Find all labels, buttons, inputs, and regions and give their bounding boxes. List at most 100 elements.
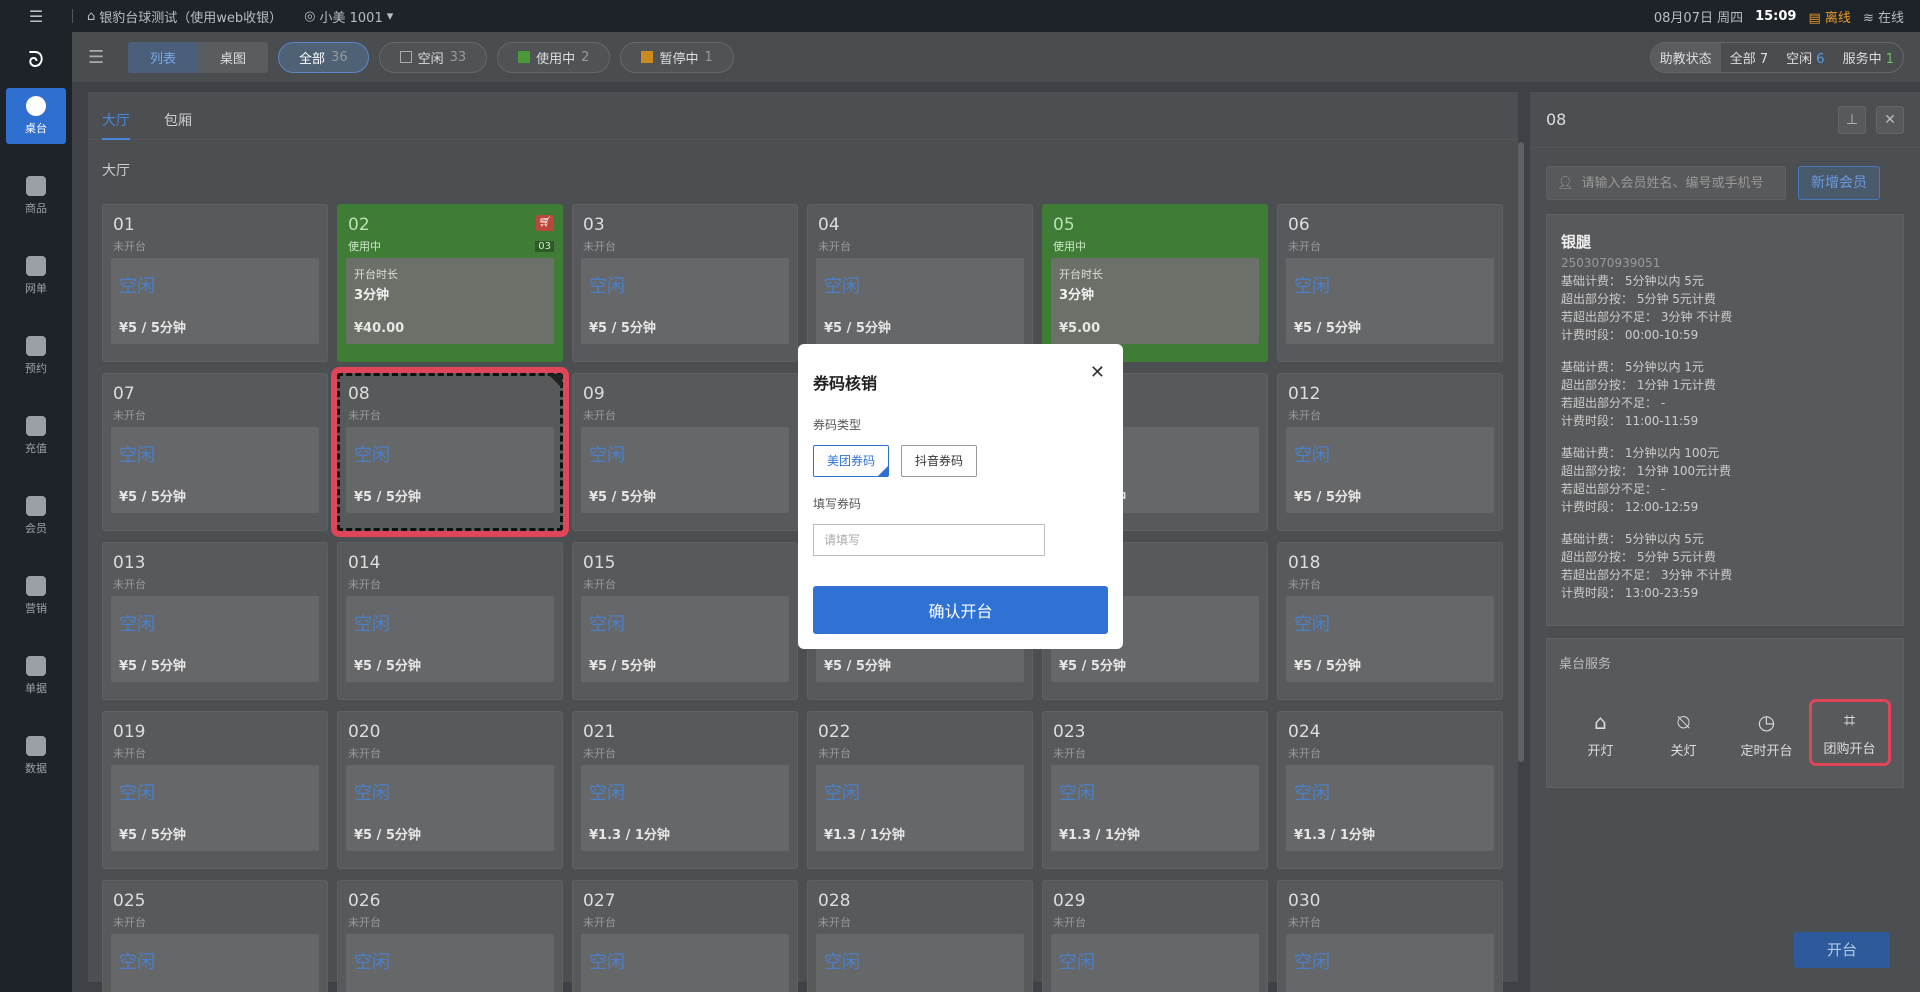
filter-count: 36 <box>331 49 348 65</box>
filter-count: 1 <box>704 49 713 65</box>
idle-label: 空闲 <box>1294 445 1330 466</box>
table-card[interactable]: 024 未开台 空闲 ¥1.3 / 1分钟 <box>1277 711 1503 869</box>
table-card[interactable]: 021 未开台 空闲 ¥1.3 / 1分钟 <box>572 711 798 869</box>
table-status: 未开台 <box>1053 916 1086 929</box>
group-buy-open-button[interactable]: ⌗ 团购开台 <box>1808 699 1891 766</box>
table-status: 未开台 <box>583 578 616 591</box>
chevron-down-icon: ▾ <box>386 8 394 24</box>
table-status: 未开台 <box>348 578 381 591</box>
sidebar-item-recharge[interactable]: 充值 <box>6 408 66 464</box>
open-table-button[interactable]: 开台 <box>1794 932 1890 968</box>
table-card[interactable]: 04 未开台 空闲 ¥5 / 5分钟 <box>807 204 1033 362</box>
tab-hall[interactable]: 大厅 <box>102 110 130 140</box>
table-card[interactable]: 029 未开台 空闲 <box>1042 880 1268 992</box>
tab-private-room[interactable]: 包厢 <box>164 110 192 140</box>
member-search: 👤︎ <box>1546 166 1786 200</box>
light-off-button[interactable]: ⍉ 关灯 <box>1646 710 1722 763</box>
billing-rule-line: 计费时段： 13:00-23:59 <box>1561 586 1699 600</box>
table-idle-box: 空闲 ¥1.3 / 1分钟 <box>816 765 1024 851</box>
collapse-menu-icon[interactable]: ☰ <box>88 47 110 68</box>
table-idle-box: 空闲 ¥5 / 5分钟 <box>1286 427 1494 513</box>
light-on-button[interactable]: ⌂ 开灯 <box>1563 710 1639 763</box>
table-card[interactable]: 020 未开台 空闲 ¥5 / 5分钟 <box>337 711 563 869</box>
table-card[interactable]: 02 使用中 开台时长 3分钟 ¥40.00 🛒︎ 03 <box>337 204 563 362</box>
date-label: 08月07日 周四 <box>1653 10 1744 26</box>
sidebar-item-online-orders[interactable]: 网单 <box>6 248 66 304</box>
user-menu[interactable]: ◎ 小美 1001 ▾ <box>304 7 393 26</box>
table-card[interactable]: 012 未开台 空闲 ¥5 / 5分钟 <box>1277 373 1503 531</box>
store-name: ⌂ 银豹台球测试（使用web收银） <box>87 7 282 26</box>
voucher-code-input[interactable] <box>813 524 1045 556</box>
table-price: ¥5 / 5分钟 <box>354 490 421 505</box>
sidebar-item-data[interactable]: 数据 <box>6 728 66 784</box>
table-idle-box: 空闲 ¥5 / 5分钟 <box>581 427 789 513</box>
close-icon[interactable]: ✕ <box>1090 362 1105 383</box>
sidebar-item-label: 数据 <box>25 762 47 775</box>
view-list-button[interactable]: 列表 <box>128 41 199 73</box>
table-card[interactable]: 09 未开台 空闲 ¥5 / 5分钟 <box>572 373 798 531</box>
table-number: 012 <box>1288 384 1321 404</box>
sidebar-item-receipts[interactable]: 单据 <box>6 648 66 704</box>
table-number: 028 <box>818 891 851 911</box>
meituan-voucher-option[interactable]: 美团券码 <box>813 445 890 477</box>
sidebar-item-label: 预约 <box>25 362 47 375</box>
table-card[interactable]: 026 未开台 空闲 <box>337 880 563 992</box>
detail-title: 08 <box>1546 110 1567 129</box>
sidebar-item-booking[interactable]: 预约 <box>6 328 66 384</box>
member-search-input[interactable] <box>1581 175 1772 191</box>
pin-icon[interactable]: ⊥ <box>1838 105 1866 134</box>
add-member-button[interactable]: 新增会员 <box>1798 166 1880 200</box>
idle-label: 空闲 <box>824 276 860 297</box>
table-card[interactable]: 05 使用中 开台时长 3分钟 ¥5.00 <box>1042 204 1268 362</box>
sidebar-item-goods[interactable]: 商品 <box>6 168 66 224</box>
table-card[interactable]: 015 未开台 空闲 ¥5 / 5分钟 <box>572 542 798 700</box>
table-card[interactable]: 019 未开台 空闲 ¥5 / 5分钟 <box>102 711 328 869</box>
assistant-all-label: 全部 <box>1729 51 1756 67</box>
table-number: 021 <box>583 722 616 742</box>
duration-label: 开台时长 <box>354 268 398 281</box>
sidebar: ᘐ 桌台 商品 网单 预约 充值 会员 营销 单据 数据 <box>0 32 72 992</box>
table-card[interactable]: 014 未开台 空闲 ¥5 / 5分钟 <box>337 542 563 700</box>
sidebar-item-members[interactable]: 会员 <box>6 488 66 544</box>
table-card[interactable]: 028 未开台 空闲 <box>807 880 1033 992</box>
filter-idle[interactable]: 空闲 33 <box>378 41 488 73</box>
table-card[interactable]: 018 未开台 空闲 ¥5 / 5分钟 <box>1277 542 1503 700</box>
table-card[interactable]: 025 未开台 空闲 <box>102 880 328 992</box>
table-card[interactable]: 03 未开台 空闲 ¥5 / 5分钟 <box>572 204 798 362</box>
confirm-open-button[interactable]: 确认开台 <box>813 586 1108 634</box>
sidebar-item-marketing[interactable]: 营销 <box>6 568 66 624</box>
billing-rule-line: 超出部分按： 5分钟 5元计费 <box>1561 550 1716 564</box>
billing-rule-line: 若超出部分不足： 3分钟 不计费 <box>1561 310 1733 324</box>
menu-icon[interactable]: ☰ <box>0 7 72 26</box>
filter-paused[interactable]: 暂停中 1 <box>620 41 734 73</box>
table-card[interactable]: 08 未开台 空闲 ¥5 / 5分钟 <box>337 373 563 531</box>
table-card[interactable]: 01 未开台 空闲 ¥5 / 5分钟 <box>102 204 328 362</box>
close-icon[interactable]: ✕ <box>1876 105 1904 134</box>
table-price: ¥5 / 5分钟 <box>119 828 186 843</box>
table-card[interactable]: 022 未开台 空闲 ¥1.3 / 1分钟 <box>807 711 1033 869</box>
douyin-voucher-option[interactable]: 抖音券码 <box>901 445 978 477</box>
table-card[interactable]: 030 未开台 空闲 <box>1277 880 1503 992</box>
assistant-status[interactable]: 助教状态 全部 7 空闲 6 服务中 1 <box>1649 41 1904 73</box>
table-idle-box: 空闲 ¥5 / 5分钟 <box>111 596 319 682</box>
table-card[interactable]: 06 未开台 空闲 ¥5 / 5分钟 <box>1277 204 1503 362</box>
table-card[interactable]: 07 未开台 空闲 ¥5 / 5分钟 <box>102 373 328 531</box>
filter-all[interactable]: 全部 36 <box>278 41 369 73</box>
filter-in-use[interactable]: 使用中 2 <box>497 41 611 73</box>
sidebar-item-tables[interactable]: 桌台 <box>6 88 66 144</box>
area-title: 大厅 <box>102 163 130 179</box>
table-grid-scrollbar[interactable] <box>1518 142 1524 762</box>
table-idle-box: 空闲 ¥5 / 5分钟 <box>111 427 319 513</box>
table-idle-box: 空闲 <box>111 934 319 992</box>
table-card[interactable]: 023 未开台 空闲 ¥1.3 / 1分钟 <box>1042 711 1268 869</box>
service-label: 关灯 <box>1670 744 1697 759</box>
table-number: 030 <box>1288 891 1321 911</box>
view-map-button[interactable]: 桌图 <box>198 41 269 73</box>
table-card[interactable]: 013 未开台 空闲 ¥5 / 5分钟 <box>102 542 328 700</box>
table-price: ¥5 / 5分钟 <box>1294 490 1361 505</box>
table-price: ¥5 / 5分钟 <box>1294 321 1361 336</box>
table-card[interactable]: 027 未开台 空闲 <box>572 880 798 992</box>
timed-open-button[interactable]: ◷ 定时开台 <box>1729 710 1805 763</box>
offline-status[interactable]: ▤ 离线 <box>1808 7 1850 26</box>
table-usage-box: 开台时长 3分钟 ¥5.00 <box>1051 258 1259 344</box>
